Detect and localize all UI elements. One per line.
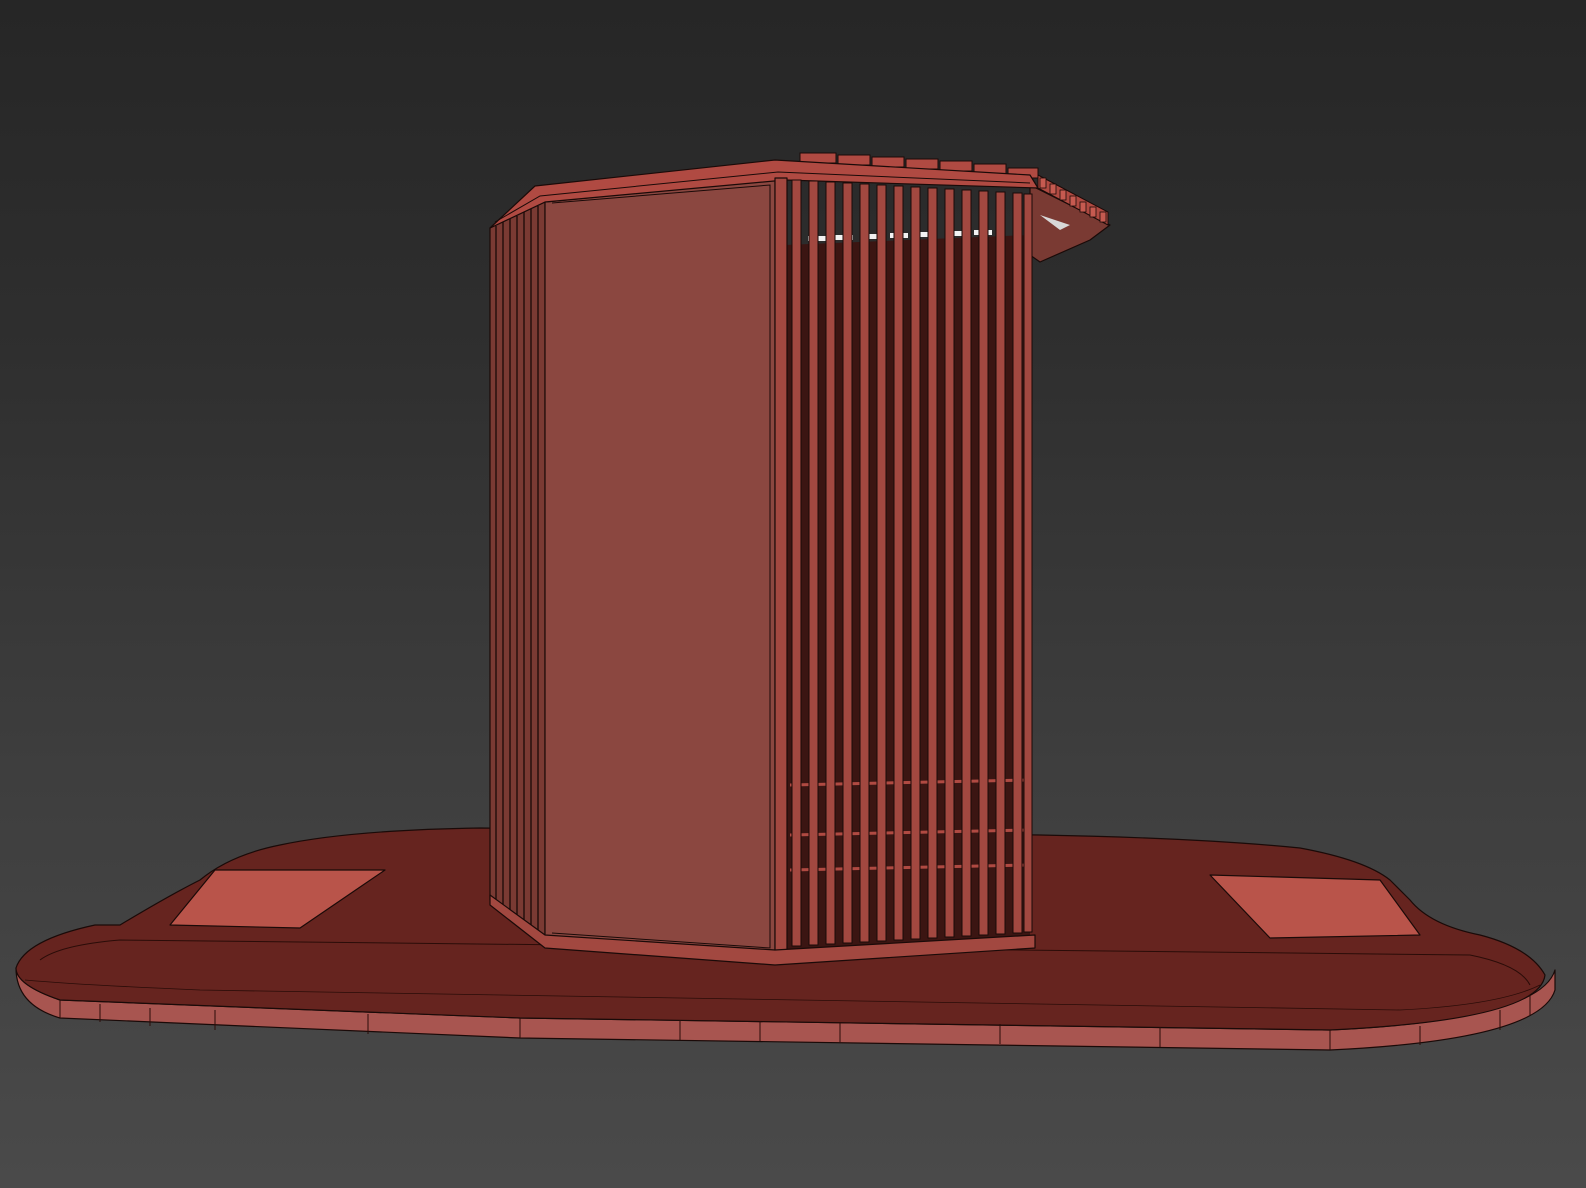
pavilion-corner-post	[774, 177, 788, 959]
3d-viewport[interactable]	[0, 0, 1586, 1188]
scene-render[interactable]	[0, 0, 1586, 1188]
pavilion[interactable]	[489, 159, 1039, 966]
pavilion-front-panel[interactable]	[544, 179, 776, 956]
right-side-slats	[791, 179, 1033, 947]
pavilion-interior	[785, 235, 1030, 950]
